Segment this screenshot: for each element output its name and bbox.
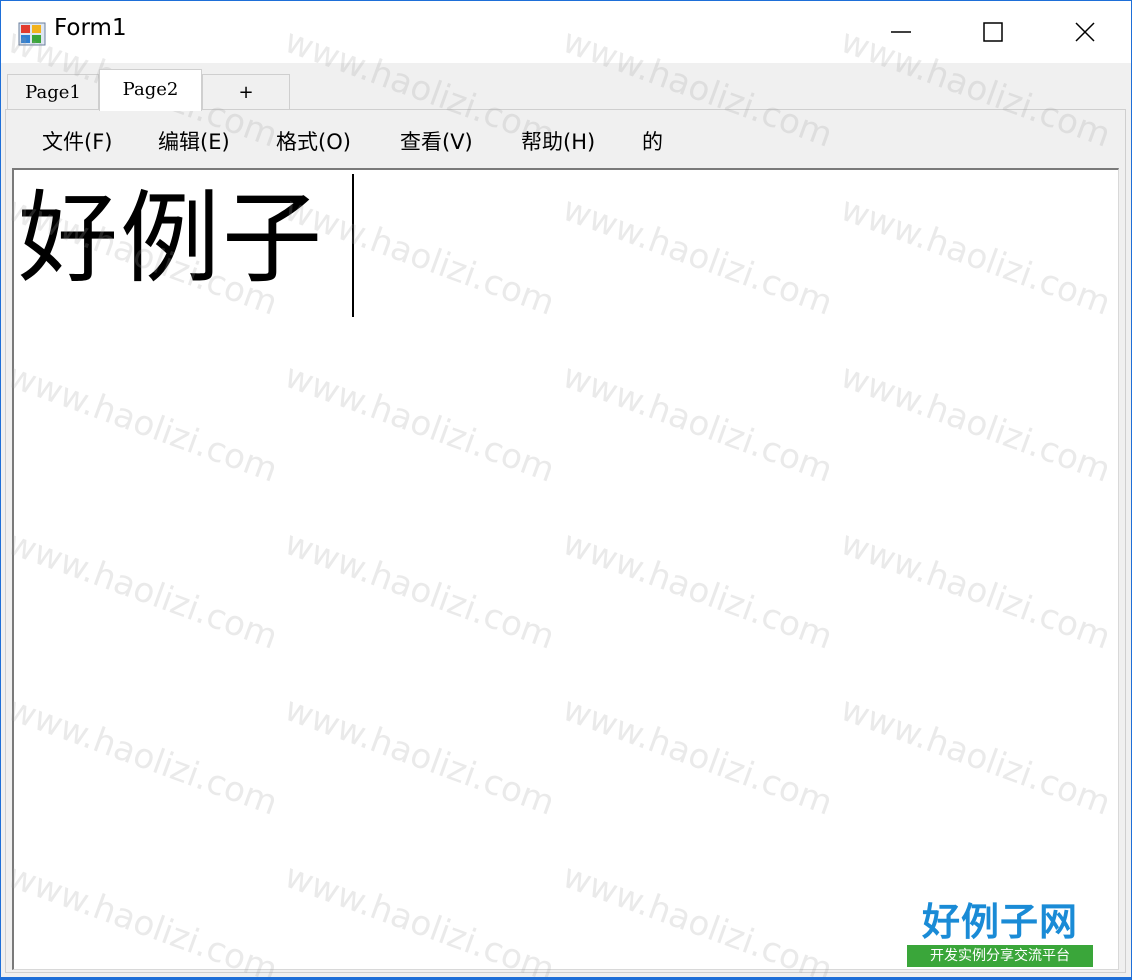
editor-text: 好例子 — [18, 180, 324, 297]
window-title: Form1 — [54, 15, 127, 41]
menu-de[interactable]: 的 — [642, 126, 663, 156]
menu-file[interactable]: 文件(F) — [42, 126, 112, 156]
close-button[interactable] — [1039, 1, 1131, 63]
title-bar[interactable]: Form1 — [1, 1, 1131, 63]
close-icon — [1075, 22, 1095, 42]
logo-subtitle: 开发实例分享交流平台 — [907, 945, 1093, 967]
tab-add[interactable]: + — [202, 74, 290, 110]
tab-page2[interactable]: Page2 — [99, 69, 202, 111]
menu-edit[interactable]: 编辑(E) — [158, 126, 230, 156]
tab-page: 文件(F) 编辑(E) 格式(O) 查看(V) 帮助(H) 的 好例子 — [5, 109, 1126, 973]
maximize-button[interactable] — [947, 1, 1039, 63]
minimize-icon — [891, 31, 911, 33]
maximize-icon — [983, 22, 1003, 42]
minimize-button[interactable] — [855, 1, 947, 63]
logo-title: 好例子网 — [921, 899, 1078, 944]
app-icon — [18, 22, 46, 46]
menu-help[interactable]: 帮助(H) — [521, 126, 595, 156]
tab-strip: Page1 Page2 + — [1, 63, 1131, 111]
menu-format[interactable]: 格式(O) — [276, 126, 351, 156]
text-caret — [352, 174, 354, 317]
menu-bar: 文件(F) 编辑(E) 格式(O) 查看(V) 帮助(H) 的 — [8, 112, 1123, 168]
tab-page1[interactable]: Page1 — [7, 74, 99, 110]
menu-view[interactable]: 查看(V) — [400, 126, 473, 156]
text-editor[interactable]: 好例子 — [12, 168, 1119, 970]
app-window: Form1 Page1 Page2 + 文件(F) 编辑(E) 格式(O) 查看… — [0, 0, 1132, 980]
site-logo: 好例子网 开发实例分享交流平台 — [907, 899, 1093, 969]
